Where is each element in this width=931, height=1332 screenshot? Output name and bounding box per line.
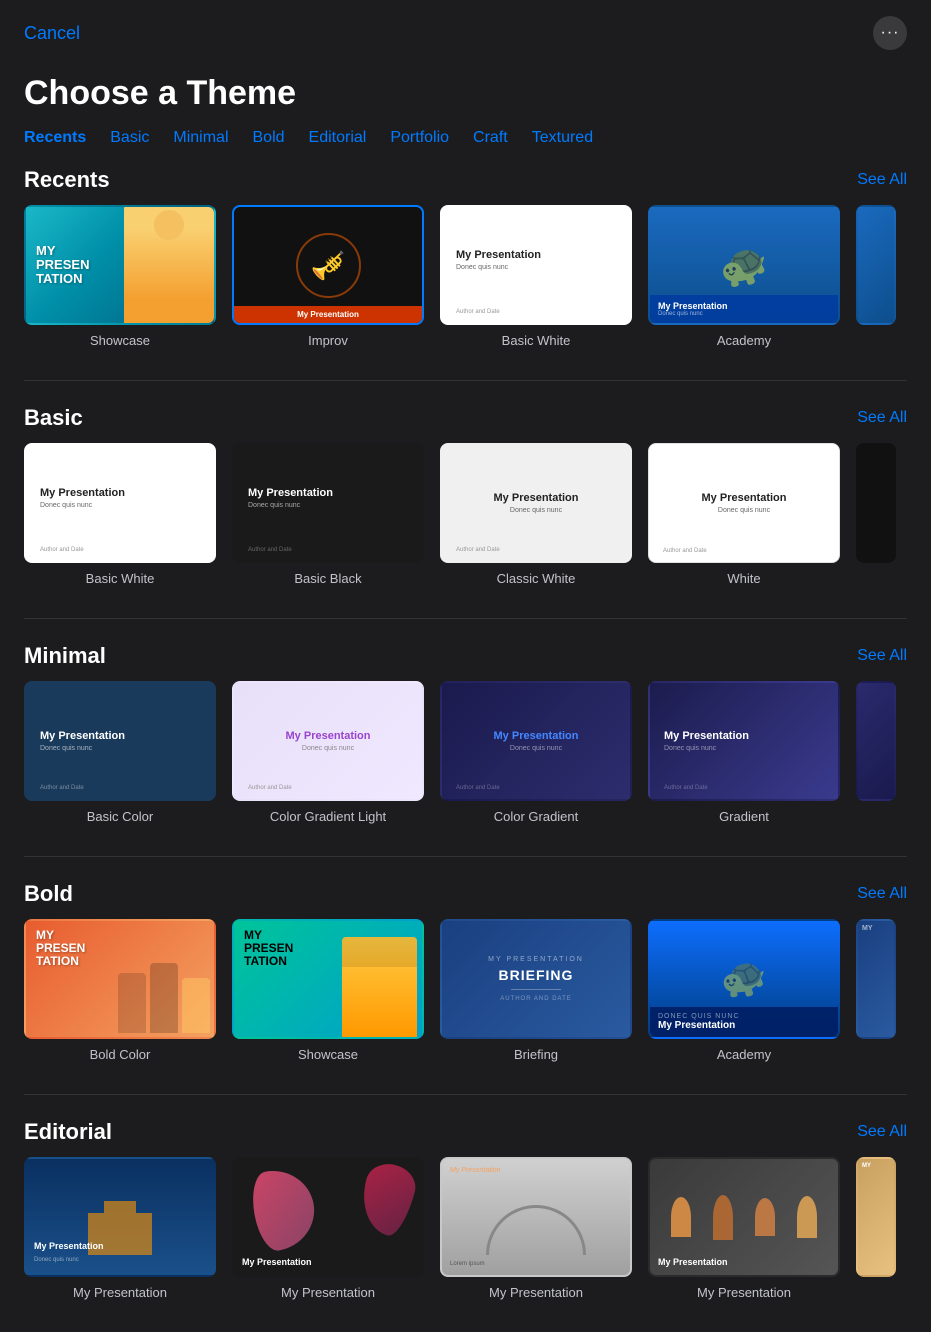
card-partial-recents[interactable] <box>856 205 896 348</box>
card-color-gradient-light-label: Color Gradient Light <box>232 809 424 824</box>
card-basic-color[interactable]: My Presentation Donec quis nunc Author a… <box>24 681 216 824</box>
basic-cards-row: My Presentation Donec quis nunc Author a… <box>0 443 931 586</box>
section-minimal: Minimal See All My Presentation Donec qu… <box>0 643 931 824</box>
section-bold-header: Bold See All <box>0 881 931 919</box>
tab-bold[interactable]: Bold <box>253 129 285 147</box>
card-editorial-3-label: My Presentation <box>440 1285 632 1300</box>
card-academy-recents[interactable]: 🐢 My Presentation Donec quis nunc Academ… <box>648 205 840 348</box>
card-academy-recents-label: Academy <box>648 333 840 348</box>
tab-recents[interactable]: Recents <box>24 129 86 147</box>
section-editorial-title: Editorial <box>24 1119 112 1145</box>
recents-cards-row: MYPRESENTATION Showcase 🎺 <box>0 205 931 348</box>
card-white-label: White <box>648 571 840 586</box>
card-showcase-bold[interactable]: MYPRESENTATION Showcase <box>232 919 424 1062</box>
basic-see-all-button[interactable]: See All <box>857 409 907 427</box>
section-minimal-header: Minimal See All <box>0 643 931 681</box>
card-basic-white-recents[interactable]: My Presentation Donec quis nunc Author a… <box>440 205 632 348</box>
card-briefing[interactable]: MY PRESENTATION BRIEFING Author and Date… <box>440 919 632 1062</box>
card-improv[interactable]: 🎺 My Presentation Improv <box>232 205 424 348</box>
card-partial-editorial[interactable]: MY <box>856 1157 896 1300</box>
section-editorial-header: Editorial See All <box>0 1119 931 1157</box>
card-basic-white[interactable]: My Presentation Donec quis nunc Author a… <box>24 443 216 586</box>
card-editorial-1[interactable]: My Presentation Donec quis nunc My Prese… <box>24 1157 216 1300</box>
card-partial-minimal[interactable] <box>856 681 896 824</box>
card-briefing-label: Briefing <box>440 1047 632 1062</box>
card-partial-basic[interactable] <box>856 443 896 586</box>
section-bold-title: Bold <box>24 881 73 907</box>
card-editorial-4[interactable]: My Presentation My Presentation <box>648 1157 840 1300</box>
card-white[interactable]: My Presentation Donec quis nunc Author a… <box>648 443 840 586</box>
card-basic-black[interactable]: My Presentation Donec quis nunc Author a… <box>232 443 424 586</box>
card-improv-label: Improv <box>232 333 424 348</box>
tab-portfolio[interactable]: Portfolio <box>390 129 449 147</box>
card-editorial-1-label: My Presentation <box>24 1285 216 1300</box>
more-button[interactable]: ··· <box>873 16 907 50</box>
tab-minimal[interactable]: Minimal <box>173 129 228 147</box>
card-gradient-label: Gradient <box>648 809 840 824</box>
divider-basic-minimal <box>24 618 907 619</box>
header: Cancel ··· <box>0 0 931 66</box>
section-bold: Bold See All MYPRESENTATION Bold Color M… <box>0 881 931 1062</box>
bold-cards-row: MYPRESENTATION Bold Color MYPRESENTATION… <box>0 919 931 1062</box>
card-partial-bold[interactable]: MY <box>856 919 896 1062</box>
tab-textured[interactable]: Textured <box>532 129 593 147</box>
section-basic-header: Basic See All <box>0 405 931 443</box>
section-recents-title: Recents <box>24 167 110 193</box>
card-basic-black-label: Basic Black <box>232 571 424 586</box>
section-basic: Basic See All My Presentation Donec quis… <box>0 405 931 586</box>
card-academy-bold-label: Academy <box>648 1047 840 1062</box>
card-editorial-2[interactable]: My Presentation My Presentation <box>232 1157 424 1300</box>
page-title: Choose a Theme <box>0 66 931 129</box>
bold-see-all-button[interactable]: See All <box>857 885 907 903</box>
section-minimal-title: Minimal <box>24 643 106 669</box>
section-recents-header: Recents See All <box>0 167 931 205</box>
editorial-see-all-button[interactable]: See All <box>857 1123 907 1141</box>
cancel-button[interactable]: Cancel <box>24 23 80 44</box>
card-color-gradient[interactable]: My Presentation Donec quis nunc Author a… <box>440 681 632 824</box>
minimal-see-all-button[interactable]: See All <box>857 647 907 665</box>
card-basic-white-recents-label: Basic White <box>440 333 632 348</box>
divider-minimal-bold <box>24 856 907 857</box>
card-classic-white[interactable]: My Presentation Donec quis nunc Author a… <box>440 443 632 586</box>
tab-editorial[interactable]: Editorial <box>309 129 367 147</box>
nav-tabs: Recents Basic Minimal Bold Editorial Por… <box>0 129 931 167</box>
card-showcase[interactable]: MYPRESENTATION Showcase <box>24 205 216 348</box>
recents-see-all-button[interactable]: See All <box>857 171 907 189</box>
divider-bold-editorial <box>24 1094 907 1095</box>
card-editorial-4-label: My Presentation <box>648 1285 840 1300</box>
card-showcase-label: Showcase <box>24 333 216 348</box>
minimal-cards-row: My Presentation Donec quis nunc Author a… <box>0 681 931 824</box>
card-editorial-2-label: My Presentation <box>232 1285 424 1300</box>
card-basic-color-label: Basic Color <box>24 809 216 824</box>
card-academy-bold[interactable]: 🐢 Donec quis nunc My Presentation Academ… <box>648 919 840 1062</box>
card-basic-white-label: Basic White <box>24 571 216 586</box>
card-classic-white-label: Classic White <box>440 571 632 586</box>
tab-basic[interactable]: Basic <box>110 129 149 147</box>
editorial-cards-row: My Presentation Donec quis nunc My Prese… <box>0 1157 931 1300</box>
card-editorial-3[interactable]: My Presentation Lorem ipsum My Presentat… <box>440 1157 632 1300</box>
tab-craft[interactable]: Craft <box>473 129 508 147</box>
card-color-gradient-light[interactable]: My Presentation Donec quis nunc Author a… <box>232 681 424 824</box>
divider-recents-basic <box>24 380 907 381</box>
section-recents: Recents See All MYPRESENTATION Showcase <box>0 167 931 348</box>
section-editorial: Editorial See All My Presentation Donec … <box>0 1119 931 1300</box>
card-gradient[interactable]: My Presentation Donec quis nunc Author a… <box>648 681 840 824</box>
card-bold-color[interactable]: MYPRESENTATION Bold Color <box>24 919 216 1062</box>
card-showcase-bold-label: Showcase <box>232 1047 424 1062</box>
card-color-gradient-label: Color Gradient <box>440 809 632 824</box>
section-basic-title: Basic <box>24 405 83 431</box>
card-bold-color-label: Bold Color <box>24 1047 216 1062</box>
